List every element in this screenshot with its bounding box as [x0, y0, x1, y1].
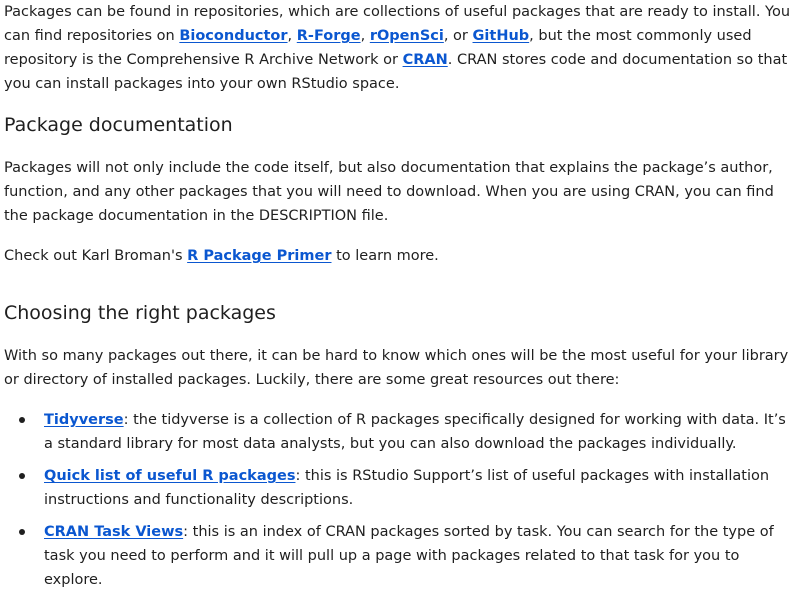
intro-paragraph: Packages can be found in repositories, w…: [4, 0, 796, 96]
package-documentation-heading: Package documentation: [4, 114, 233, 136]
quick-list-link[interactable]: Quick list of useful R packages: [44, 468, 295, 484]
list-item: Quick list of useful R packages: this is…: [4, 464, 796, 512]
bioconductor-link[interactable]: Bioconductor: [179, 28, 287, 44]
tidyverse-link[interactable]: Tidyverse: [44, 412, 124, 428]
list-item-text: : the tidyverse is a collection of R pac…: [44, 412, 786, 452]
intro-sep-1: ,: [287, 28, 297, 44]
cran-task-views-link[interactable]: CRAN Task Views: [44, 524, 183, 540]
list-item: Tidyverse: the tidyverse is a collection…: [4, 408, 796, 456]
bullet-icon: [19, 473, 25, 479]
intro-sep-2: ,: [360, 28, 370, 44]
bullet-icon: [19, 529, 25, 535]
ropensci-link[interactable]: rOpenSci: [370, 28, 444, 44]
choosing-packages-paragraph: With so many packages out there, it can …: [4, 348, 789, 388]
primer-text-before: Check out Karl Broman's: [4, 248, 188, 264]
primer-paragraph: Check out Karl Broman's R Package Primer…: [4, 244, 796, 268]
rforge-link[interactable]: R-Forge: [297, 28, 361, 44]
cran-link[interactable]: CRAN: [403, 52, 448, 68]
intro-sep-3: , or: [443, 28, 473, 44]
list-item: CRAN Task Views: this is an index of CRA…: [4, 520, 796, 592]
github-link[interactable]: GitHub: [473, 28, 530, 44]
primer-text-after: to learn more.: [331, 248, 439, 264]
r-package-primer-link[interactable]: R Package Primer: [187, 248, 331, 264]
choosing-packages-heading: Choosing the right packages: [4, 302, 276, 324]
package-documentation-paragraph: Packages will not only include the code …: [4, 160, 774, 224]
resource-list: Tidyverse: the tidyverse is a collection…: [4, 408, 796, 600]
bullet-icon: [19, 417, 25, 423]
